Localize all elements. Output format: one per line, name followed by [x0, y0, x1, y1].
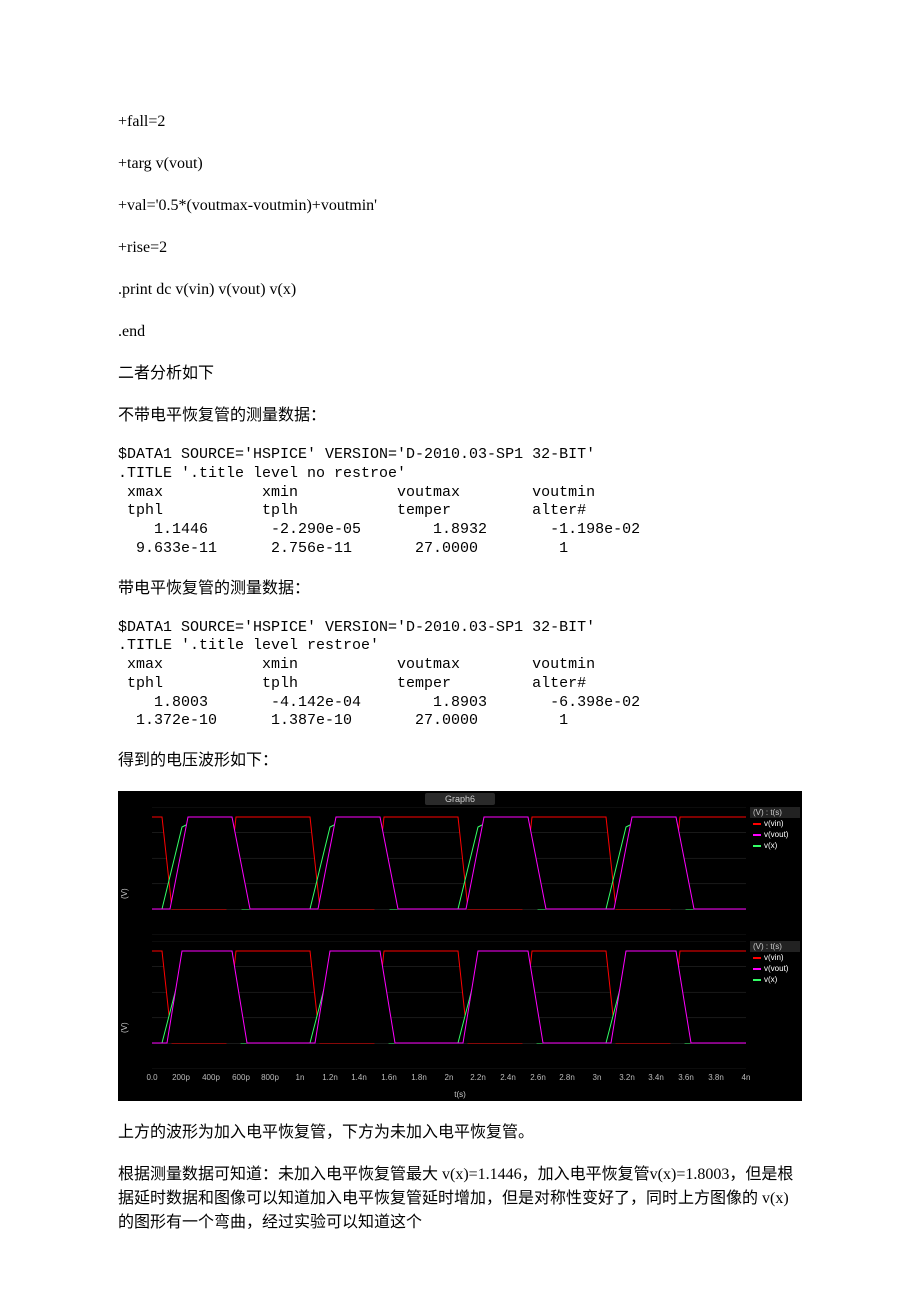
- x-tick: 200p: [172, 1073, 190, 1082]
- waveform-chart: Graph6 2.0 1.5 1.0 0.5 0.0 -0.5 (V) : t(…: [118, 791, 802, 1101]
- measurement-block-restore: $DATA1 SOURCE='HSPICE' VERSION='D-2010.0…: [118, 619, 802, 732]
- x-tick: 0.0: [146, 1073, 157, 1082]
- x-tick: 3.4n: [648, 1073, 664, 1082]
- x-tick: 1n: [296, 1073, 305, 1082]
- code-line: +fall=2: [118, 110, 802, 134]
- x-tick: 3.2n: [619, 1073, 635, 1082]
- chart-panel-bottom: 2.0 1.5 1.0 0.5 0.0 -0.5: [152, 941, 746, 1069]
- body-paragraph: 上方的波形为加入电平恢复管，下方为未加入电平恢复管。: [118, 1121, 802, 1145]
- code-line: .print dc v(vin) v(vout) v(x): [118, 278, 802, 302]
- x-tick: 4n: [742, 1073, 751, 1082]
- y-axis-label: (V): [120, 888, 129, 899]
- section-heading: 二者分析如下: [118, 362, 802, 386]
- x-axis-label: t(s): [454, 1090, 466, 1099]
- legend-item: v(vin): [750, 818, 800, 829]
- x-tick: 3.6n: [678, 1073, 694, 1082]
- x-tick: 1.2n: [322, 1073, 338, 1082]
- x-tick: 600p: [232, 1073, 250, 1082]
- x-tick: 3n: [593, 1073, 602, 1082]
- legend-item: v(x): [750, 974, 800, 985]
- x-tick: 1.4n: [351, 1073, 367, 1082]
- section-heading: 得到的电压波形如下：: [118, 749, 802, 773]
- code-line: +val='0.5*(voutmax-voutmin)+voutmin': [118, 194, 802, 218]
- chart-panel-top: 2.0 1.5 1.0 0.5 0.0 -0.5: [152, 807, 746, 935]
- legend-item: v(vout): [750, 829, 800, 840]
- code-line: +rise=2: [118, 236, 802, 260]
- code-line: +targ v(vout): [118, 152, 802, 176]
- body-paragraph: 根据测量数据可知道：未加入电平恢复管最大 v(x)=1.1446，加入电平恢复管…: [118, 1163, 802, 1235]
- measurement-block-no-restore: $DATA1 SOURCE='HSPICE' VERSION='D-2010.0…: [118, 446, 802, 559]
- x-tick: 1.8n: [411, 1073, 427, 1082]
- x-tick: 800p: [261, 1073, 279, 1082]
- code-line: .end: [118, 320, 802, 344]
- legend-item: v(vout): [750, 963, 800, 974]
- y-axis-label: (V): [120, 1022, 129, 1033]
- legend-header: (V) : t(s): [750, 941, 800, 952]
- section-heading: 不带电平恢复管的测量数据：: [118, 404, 802, 428]
- x-tick: 400p: [202, 1073, 220, 1082]
- legend-item: v(x): [750, 840, 800, 851]
- x-tick: 3.8n: [708, 1073, 724, 1082]
- legend-header: (V) : t(s): [750, 807, 800, 818]
- x-tick: 2.8n: [559, 1073, 575, 1082]
- x-tick: 2.2n: [470, 1073, 486, 1082]
- chart-title: Graph6: [425, 793, 495, 805]
- legend-item: v(vin): [750, 952, 800, 963]
- x-tick: 2n: [445, 1073, 454, 1082]
- x-tick: 2.4n: [500, 1073, 516, 1082]
- x-tick: 2.6n: [530, 1073, 546, 1082]
- x-tick: 1.6n: [381, 1073, 397, 1082]
- section-heading: 带电平恢复管的测量数据：: [118, 577, 802, 601]
